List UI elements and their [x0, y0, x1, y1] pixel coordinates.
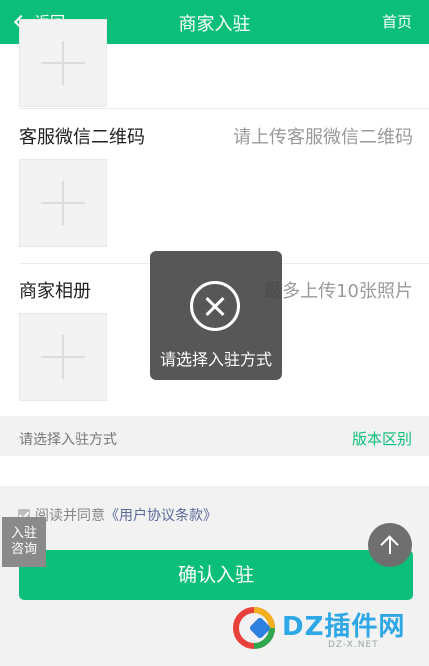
terms-link[interactable]: 《用户协议条款》 [105, 505, 217, 525]
close-circle-icon [190, 281, 240, 331]
upload-box-previous[interactable] [19, 19, 107, 107]
join-method-options [0, 456, 429, 486]
watermark: DZ插件网 DZ-X.NET [230, 598, 420, 662]
toast-message: 请选择入驻方式 [150, 251, 282, 380]
consult-line1: 入驻 [10, 526, 37, 541]
service-qr-hint: 请上传客服微信二维码 [233, 127, 413, 148]
watermark-brand: DZ插件网 [282, 612, 406, 642]
consult-button[interactable]: 入驻 咨询 [2, 517, 46, 567]
confirm-join-button[interactable]: 确认入驻 [19, 550, 413, 600]
album-label: 商家相册 [19, 281, 91, 302]
album-upload[interactable] [19, 313, 107, 401]
join-method-row[interactable]: 请选择入驻方式 版本区别 [0, 416, 429, 456]
home-link[interactable]: 首页 [382, 11, 412, 32]
dz-logo-icon [233, 607, 275, 649]
service-qr-upload[interactable] [19, 159, 107, 247]
version-diff-link[interactable]: 版本区别 [352, 428, 412, 449]
divider [19, 108, 429, 109]
join-method-label: 请选择入驻方式 [19, 432, 117, 448]
consult-line2: 咨询 [10, 542, 37, 557]
agreement-row: 阅读并同意 《用户协议条款》 [18, 505, 217, 525]
service-qr-label: 客服微信二维码 [19, 127, 145, 148]
watermark-site: DZ-X.NET [328, 640, 379, 650]
toast-text: 请选择入驻方式 [159, 350, 272, 369]
album-hint: 最多上传10张照片 [264, 281, 413, 302]
back-to-top-button[interactable] [368, 523, 412, 567]
